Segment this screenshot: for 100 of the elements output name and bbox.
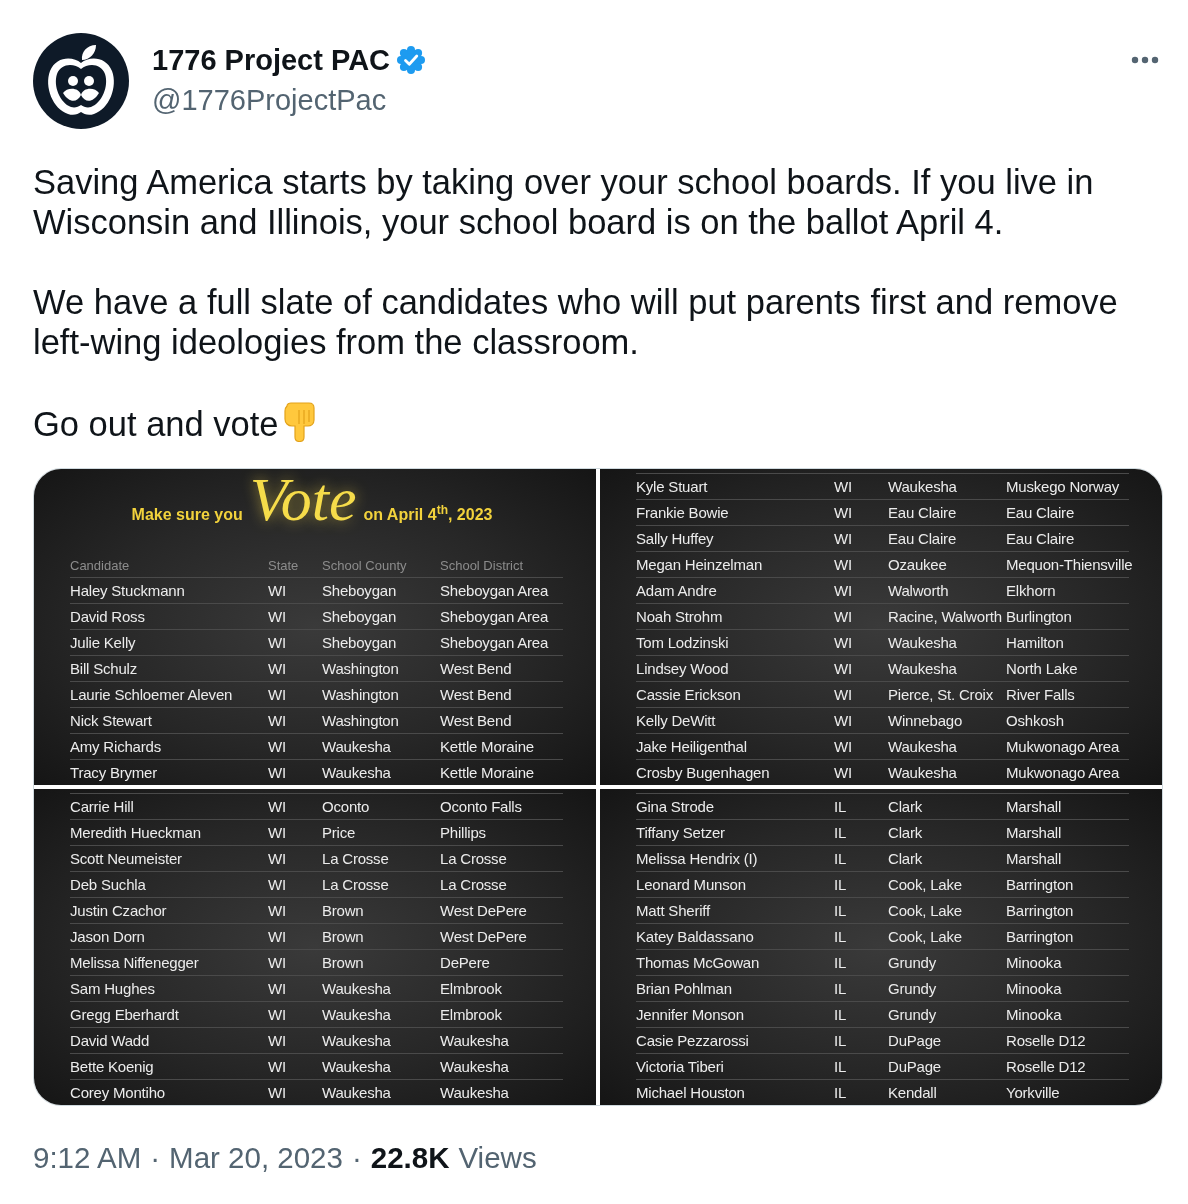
table-cell: Sheboygan Area: [440, 607, 549, 625]
table-cell: Price: [322, 823, 356, 841]
table-cell: Kyle Stuart: [636, 477, 708, 495]
table-cell: Minooka: [1006, 953, 1062, 971]
table-cell: WI: [268, 581, 286, 599]
table-cell: Grundy: [888, 979, 936, 997]
table-cell: IL: [834, 1005, 847, 1023]
table-cell: Waukesha: [888, 477, 957, 495]
table-cell: WI: [834, 607, 852, 625]
table-cell: WI: [834, 581, 852, 599]
author-name[interactable]: 1776 Project PAC: [152, 43, 391, 77]
table-cell: Oconto: [322, 797, 370, 815]
table-cell: Tom Lodzinski: [636, 633, 729, 651]
table-cell: Barrington: [1006, 875, 1074, 893]
table-cell: Racine, Walworth: [888, 607, 1002, 625]
apple-logo-icon[interactable]: [33, 33, 129, 129]
table-cell: WI: [268, 607, 286, 625]
table-cell: Clark: [888, 797, 922, 815]
table-cell: Cassie Erickson: [636, 685, 741, 703]
table-cell: IL: [834, 1031, 847, 1049]
table-cell: Tiffany Setzer: [636, 823, 725, 841]
table-cell: Gina Strode: [636, 797, 714, 815]
table-cell: Victoria Tiberi: [636, 1057, 724, 1075]
table-cell: IL: [834, 875, 847, 893]
table-image-panel[interactable]: [600, 789, 1162, 1105]
table-cell: WI: [834, 503, 852, 521]
table-cell: Jennifer Monson: [636, 1005, 744, 1023]
table-cell: IL: [834, 1083, 847, 1101]
table-cell: Oconto Falls: [440, 797, 522, 815]
table-cell: Roselle D12: [1006, 1057, 1086, 1075]
table-cell: Grundy: [888, 1005, 936, 1023]
table-cell: IL: [834, 953, 847, 971]
table-cell: Sheboygan Area: [440, 581, 549, 599]
table-cell: Phillips: [440, 823, 486, 841]
table-cell: Bette Koenig: [70, 1057, 154, 1075]
table-cell: WI: [268, 763, 286, 781]
table-cell: WI: [268, 685, 286, 703]
table-cell: Roselle D12: [1006, 1031, 1086, 1049]
table-cell: WI: [268, 849, 286, 867]
table-cell: IL: [834, 1057, 847, 1075]
table-cell: La Crosse: [440, 875, 507, 893]
table-cell: Waukesha: [322, 1005, 391, 1023]
tweet-text: We have a full slate of candidates who will put parents first and remove left-wing ideologies from the classroom.: [33, 283, 1118, 361]
table-cell: Julie Kelly: [70, 633, 136, 651]
table-cell: Eau Claire: [888, 503, 957, 521]
table-cell: Waukesha: [440, 1057, 509, 1075]
author-handle[interactable]: @1776ProjectPac: [152, 83, 387, 117]
more-icon[interactable]: [1131, 56, 1159, 64]
table-cell: WI: [834, 763, 852, 781]
table-cell: Mequon-Thiensville: [1006, 555, 1133, 573]
column-header: Candidate: [70, 558, 130, 573]
table-cell: Ozaukee: [888, 555, 947, 573]
table-cell: Brown: [322, 953, 364, 971]
table-cell: Michael Houston: [636, 1083, 745, 1101]
table-cell: Barrington: [1006, 901, 1074, 919]
table-cell: Waukesha: [322, 1031, 391, 1049]
table-cell: Noah Strohm: [636, 607, 723, 625]
table-cell: WI: [268, 901, 286, 919]
table-cell: Sheboygan: [322, 633, 397, 651]
tweet-date[interactable]: Mar 20, 2023: [169, 1140, 343, 1176]
table-cell: Justin Czachor: [70, 901, 167, 919]
table-image-panel[interactable]: [34, 789, 596, 1105]
table-cell: Oshkosh: [1006, 711, 1064, 729]
table-image-panel[interactable]: [34, 469, 596, 785]
table-cell: WI: [268, 875, 286, 893]
table-cell: Deb Suchla: [70, 875, 146, 893]
table-cell: Kettle Moraine: [440, 737, 534, 755]
column-header: School County: [322, 558, 407, 573]
tweet-text: Go out and vote: [33, 405, 279, 443]
table-cell: Casie Pezzarossi: [636, 1031, 749, 1049]
table-cell: WI: [834, 633, 852, 651]
table-cell: Mukwonago Area: [1006, 737, 1120, 755]
table-cell: WI: [268, 823, 286, 841]
table-cell: Walworth: [888, 581, 949, 599]
table-cell: WI: [834, 659, 852, 677]
table-cell: Tracy Brymer: [70, 763, 158, 781]
table-cell: WI: [268, 659, 286, 677]
table-cell: WI: [268, 797, 286, 815]
table-cell: Waukesha: [888, 659, 957, 677]
table-cell: Kendall: [888, 1083, 937, 1101]
table-cell: DuPage: [888, 1031, 941, 1049]
table-cell: Sheboygan Area: [440, 633, 549, 651]
table-cell: IL: [834, 823, 847, 841]
table-cell: WI: [834, 685, 852, 703]
table-image-panel[interactable]: [600, 469, 1162, 785]
separator-dot: ·: [351, 1140, 362, 1176]
table-cell: West Bend: [440, 711, 512, 729]
tweet-time[interactable]: 9:12 AM: [33, 1140, 142, 1176]
table-cell: Sam Hughes: [70, 979, 155, 997]
table-cell: Jake Heiligenthal: [636, 737, 747, 755]
table-cell: IL: [834, 901, 847, 919]
table-cell: Cook, Lake: [888, 901, 962, 919]
table-cell: WI: [834, 529, 852, 547]
table-cell: Mukwonago Area: [1006, 763, 1120, 781]
table-cell: IL: [834, 849, 847, 867]
table-cell: Waukesha: [440, 1031, 509, 1049]
table-cell: Sheboygan: [322, 607, 397, 625]
table-cell: Clark: [888, 823, 922, 841]
table-cell: Amy Richards: [70, 737, 161, 755]
table-cell: Thomas McGowan: [636, 953, 760, 971]
